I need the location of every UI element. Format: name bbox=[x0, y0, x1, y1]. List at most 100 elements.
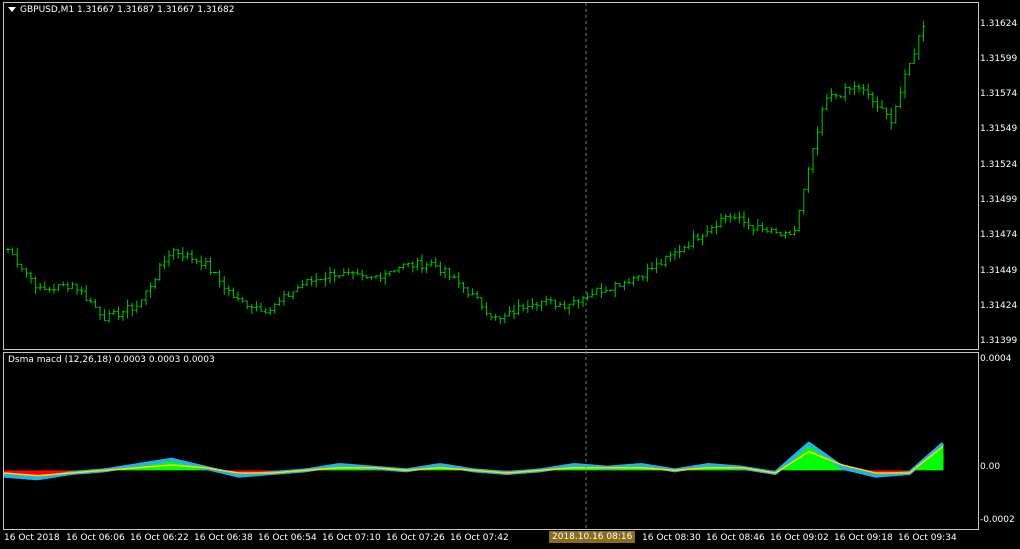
indicator-header: Dsma macd (12,26,18) 0.0003 0.0003 0.000… bbox=[8, 355, 215, 365]
indicator-scale-label: 0.0004 bbox=[980, 354, 1012, 364]
dropdown-triangle-icon[interactable] bbox=[8, 7, 16, 12]
symbol-info: GBPUSD,M1 1.31667 1.31687 1.31667 1.3168… bbox=[20, 5, 235, 15]
price-label: 1.31499 bbox=[980, 195, 1018, 205]
price-bar bbox=[443, 265, 447, 279]
price-bar bbox=[291, 291, 296, 300]
price-bar bbox=[15, 248, 20, 268]
price-bar bbox=[383, 270, 388, 285]
price-bar bbox=[479, 296, 484, 311]
price-bar bbox=[245, 300, 250, 310]
price-label: 1.31624 bbox=[980, 19, 1018, 29]
price-bar bbox=[29, 271, 33, 284]
price-bar bbox=[61, 281, 66, 287]
time-label: 16 Oct 08:30 bbox=[642, 533, 701, 543]
price-bar bbox=[268, 307, 273, 315]
price-bar bbox=[392, 270, 397, 273]
price-bar bbox=[401, 263, 406, 270]
price-bar bbox=[263, 307, 268, 314]
price-bar bbox=[231, 287, 236, 299]
time-label: 16 Oct 06:06 bbox=[66, 533, 125, 543]
price-bar bbox=[194, 258, 199, 264]
price-bar bbox=[562, 300, 567, 310]
price-bar bbox=[98, 306, 102, 320]
price-bar bbox=[558, 301, 562, 308]
price-bar bbox=[502, 312, 507, 324]
price-bar bbox=[139, 299, 144, 308]
price-bar bbox=[493, 313, 498, 321]
price-bar bbox=[475, 291, 480, 300]
price-bar bbox=[364, 275, 369, 280]
price-bar bbox=[19, 263, 24, 272]
price-bar bbox=[512, 304, 516, 320]
price-bar bbox=[668, 251, 673, 262]
price-label: 1.31599 bbox=[980, 54, 1018, 64]
price-bar bbox=[125, 299, 130, 319]
price-bar bbox=[318, 278, 323, 281]
price-bar bbox=[24, 267, 29, 278]
price-bar bbox=[79, 286, 84, 296]
price-bar bbox=[516, 299, 521, 316]
price-bar bbox=[429, 259, 434, 267]
price-bar bbox=[314, 273, 319, 288]
price-bar bbox=[47, 286, 52, 293]
indicator-pane[interactable]: Dsma macd (12,26,18) 0.0003 0.0003 0.000… bbox=[3, 352, 979, 530]
price-bar bbox=[916, 35, 921, 60]
macd-histogram bbox=[4, 441, 945, 481]
price-bar bbox=[723, 214, 728, 224]
price-bar bbox=[75, 283, 79, 296]
price-bar bbox=[737, 211, 742, 224]
price-bar bbox=[456, 271, 461, 289]
price-bar bbox=[797, 209, 802, 232]
price-label: 1.31449 bbox=[980, 266, 1018, 276]
price-bar bbox=[622, 280, 627, 291]
price-label: 1.31424 bbox=[980, 301, 1018, 311]
price-chart-pane[interactable]: GBPUSD,M1 1.31667 1.31687 1.31667 1.3168… bbox=[3, 2, 979, 350]
price-bar bbox=[351, 270, 355, 280]
price-bar bbox=[774, 227, 779, 234]
price-bar bbox=[272, 302, 277, 315]
price-bar bbox=[654, 257, 659, 274]
price-bar bbox=[673, 247, 677, 261]
price-bar bbox=[148, 282, 153, 298]
price-bar bbox=[843, 83, 848, 102]
price-bar bbox=[599, 283, 604, 299]
price-bar bbox=[10, 247, 15, 256]
price-bar bbox=[337, 275, 342, 279]
indicator-scale-label: -0.0002 bbox=[980, 515, 1015, 525]
price-bar bbox=[222, 275, 227, 295]
time-label: 16 Oct 06:38 bbox=[194, 533, 253, 543]
price-bar bbox=[6, 248, 10, 254]
price-bar bbox=[521, 303, 526, 311]
price-bar bbox=[144, 290, 148, 305]
price-bar bbox=[167, 250, 171, 267]
price-bar bbox=[627, 277, 631, 284]
price-bar bbox=[470, 288, 475, 296]
price-bar bbox=[38, 282, 43, 291]
price-bar bbox=[778, 231, 783, 237]
price-bar bbox=[107, 309, 112, 323]
price-bar bbox=[608, 289, 613, 292]
price-bar bbox=[875, 96, 880, 112]
price-bar bbox=[755, 218, 760, 231]
price-bar bbox=[65, 282, 70, 293]
price-bar bbox=[185, 251, 190, 260]
price-bar bbox=[406, 262, 411, 267]
price-bar bbox=[659, 259, 664, 266]
indicator-title: Dsma macd (12,26,18) 0.0003 0.0003 0.000… bbox=[8, 355, 215, 365]
time-label: 16 Oct 08:46 bbox=[706, 533, 765, 543]
price-bar bbox=[824, 93, 829, 111]
price-bar bbox=[682, 245, 687, 253]
price-bar bbox=[834, 92, 838, 100]
price-bar bbox=[489, 313, 493, 321]
price-bar bbox=[769, 227, 774, 234]
price-bar bbox=[590, 288, 595, 298]
price-bar bbox=[52, 283, 56, 294]
price-bar bbox=[387, 270, 392, 277]
time-label: 16 Oct 07:10 bbox=[322, 533, 381, 543]
price-bar bbox=[240, 297, 245, 303]
price-bar bbox=[760, 222, 765, 233]
price-bar bbox=[530, 298, 535, 310]
price-bar bbox=[466, 287, 470, 298]
price-bar bbox=[783, 230, 788, 240]
price-bar bbox=[176, 248, 181, 259]
